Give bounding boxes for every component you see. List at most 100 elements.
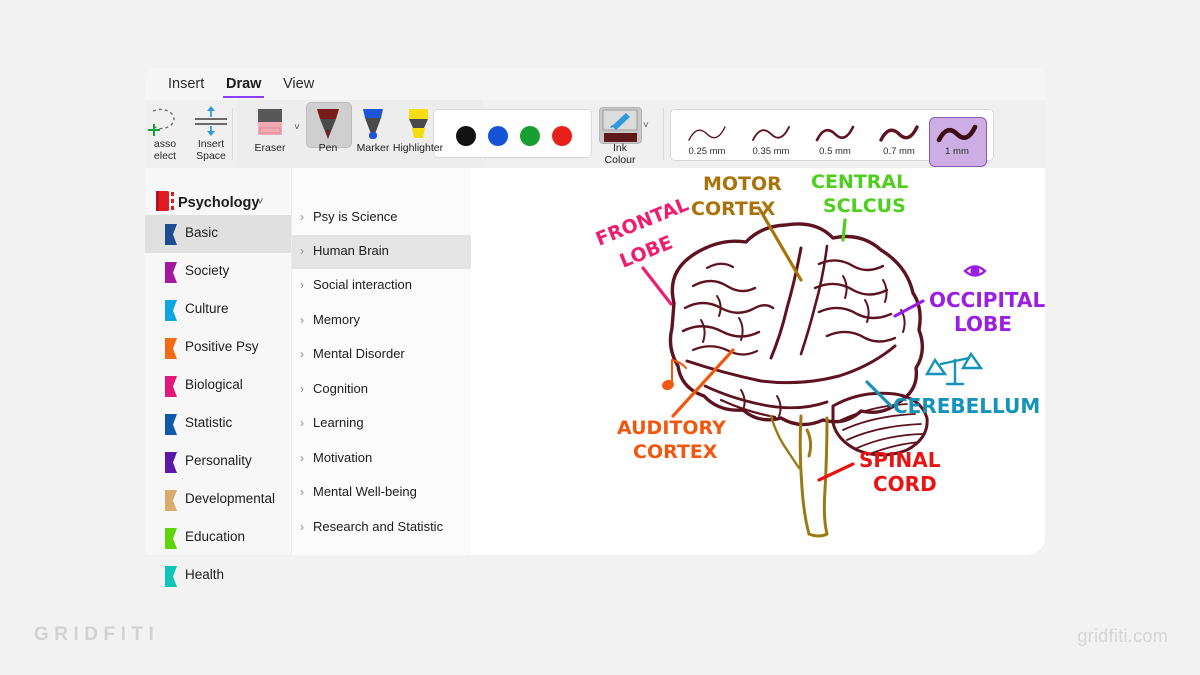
- colour-red[interactable]: [552, 126, 572, 146]
- page-item-motivation[interactable]: › Motivation: [292, 442, 472, 476]
- colour-green[interactable]: [520, 126, 540, 146]
- thickness-label: 0.35 mm: [752, 146, 790, 157]
- sidebar-item-label: Statistic: [185, 415, 233, 430]
- tab-draw[interactable]: Draw: [223, 76, 265, 98]
- insert-space-icon: [189, 105, 233, 137]
- insert-space-button[interactable]: Insert Space: [189, 103, 233, 165]
- thickness-1mm[interactable]: 1 mm: [929, 117, 987, 167]
- page-item-mental-well-being[interactable]: › Mental Well-being: [292, 476, 472, 510]
- eraser-chevron-down-icon[interactable]: ˅: [294, 122, 300, 133]
- occipital-lobe-line1: OCCIPITAL: [929, 288, 1045, 312]
- sidebar-item-label: Basic: [185, 225, 219, 240]
- sidebar-item-label: Education: [185, 529, 246, 544]
- page-item-research-and-statistic[interactable]: › Research and Statistic: [292, 511, 472, 545]
- lasso-label-line1: asso: [153, 138, 177, 150]
- spinal-cord-line2: CORD: [873, 472, 937, 496]
- sidebar-item-positive-psy[interactable]: Positive Psy: [145, 329, 291, 367]
- thickness-0_25mm[interactable]: 0.25 mm: [679, 122, 735, 166]
- sidebar-item-society[interactable]: Society: [145, 253, 291, 291]
- page-item-human-brain[interactable]: › Human Brain: [292, 235, 472, 269]
- page-item-social-interaction[interactable]: › Social interaction: [292, 269, 472, 303]
- page-item-learning[interactable]: › Learning: [292, 407, 472, 441]
- annotation-spinal-cord: SPINAL CORD: [817, 448, 941, 496]
- ink-colour-button[interactable]: ˅ Ink Colour: [599, 105, 649, 165]
- ink-colour-label: Ink Colour: [595, 142, 645, 166]
- lasso-select-button[interactable]: asso elect: [143, 103, 187, 165]
- section-tab-icon: [165, 414, 177, 435]
- page-item-label: Research and Statistic: [313, 519, 444, 534]
- sidebar-item-education[interactable]: Education: [145, 519, 291, 557]
- eraser-button[interactable]: Eraser: [244, 104, 296, 164]
- chevron-right-icon: ›: [300, 210, 304, 224]
- eraser-icon: [255, 106, 285, 142]
- cerebellum-label: CEREBELLUM: [893, 394, 1040, 418]
- thickness-label: 0.7 mm: [883, 146, 915, 157]
- thickness-0_7mm[interactable]: 0.7 mm: [871, 122, 927, 166]
- sidebar-item-culture[interactable]: Culture: [145, 291, 291, 329]
- page-item-label: Human Brain: [313, 243, 389, 258]
- sidebar-item-label: Developmental: [185, 491, 276, 506]
- app-body: Psychology ˅ Basic Society Culture Posit…: [145, 168, 1045, 587]
- notebook-header[interactable]: Psychology ˅: [145, 178, 291, 211]
- page-item-label: Mental Disorder: [313, 346, 405, 361]
- page-item-label: Memory: [313, 312, 360, 327]
- colour-black[interactable]: [456, 126, 476, 146]
- thickness-label: 0.25 mm: [688, 146, 726, 157]
- insert-space-label: Insert Space: [185, 138, 237, 162]
- ribbon-group-thickness: 0.25 mm 0.35 mm 0.5 mm 0.7 mm 1 mm: [670, 100, 1000, 168]
- note-canvas[interactable]: FRONTAL LOBE MOTOR CORTEX CENTRAL SCLCUS: [471, 168, 1045, 555]
- annotation-cerebellum: CEREBELLUM: [865, 351, 1040, 418]
- ink-colour-chevron-down-icon[interactable]: ˅: [643, 120, 649, 131]
- page-item-memory[interactable]: › Memory: [292, 304, 472, 338]
- page-item-cognition[interactable]: › Cognition: [292, 373, 472, 407]
- watermark-right: gridfiti.com: [1077, 626, 1168, 646]
- pen-icon: [313, 106, 343, 142]
- central-sulcus-line1: CENTRAL: [811, 171, 908, 193]
- page-item-psy-is-science[interactable]: › Psy is Science: [292, 201, 472, 235]
- page-item-label: Motivation: [313, 450, 373, 465]
- chevron-right-icon: ›: [300, 382, 304, 396]
- eye-icon: [963, 265, 987, 277]
- chevron-right-icon: ›: [300, 416, 304, 430]
- page-item-mental-disorder[interactable]: › Mental Disorder: [292, 338, 472, 372]
- section-tab-icon: [165, 262, 177, 283]
- insert-space-label-line2: Space: [196, 149, 226, 162]
- sidebar-item-label: Biological: [185, 377, 243, 392]
- eraser-label: Eraser: [254, 142, 286, 154]
- marker-icon: [358, 106, 388, 142]
- frontal-lobe-leader-line: [641, 266, 673, 306]
- insert-space-label-line1: Insert: [197, 138, 225, 150]
- page-item-label: Social interaction: [313, 277, 412, 292]
- thickness-0_35mm[interactable]: 0.35 mm: [743, 122, 799, 166]
- central-sulcus-leader-line: [841, 218, 847, 242]
- occipital-lobe-line2: LOBE: [954, 312, 1012, 336]
- tab-view[interactable]: View: [280, 76, 317, 96]
- sidebar-item-developmental[interactable]: Developmental: [145, 481, 291, 519]
- ink-colour-pad: [599, 107, 642, 144]
- section-tab-icon: [165, 376, 177, 397]
- thickness-box: 0.25 mm 0.35 mm 0.5 mm 0.7 mm 1 mm: [670, 109, 994, 167]
- sidebar-item-basic[interactable]: Basic: [145, 215, 291, 253]
- colour-blue[interactable]: [488, 126, 508, 146]
- sidebar-item-label: Health: [185, 567, 225, 582]
- thickness-preview-stroke: [813, 122, 857, 146]
- sidebar-item-statistic[interactable]: Statistic: [145, 405, 291, 443]
- tab-insert[interactable]: Insert: [165, 76, 207, 96]
- thickness-preview-stroke: [877, 122, 921, 146]
- thickness-0_5mm[interactable]: 0.5 mm: [807, 122, 863, 166]
- page-list[interactable]: › Psy is Science › Human Brain › Social …: [291, 168, 473, 555]
- section-tab-icon: [165, 300, 177, 321]
- menu-bar: Insert Draw View: [145, 68, 1045, 100]
- section-tab-icon: [165, 224, 177, 245]
- chevron-right-icon: ›: [300, 313, 304, 327]
- notebook-chevron-down-icon[interactable]: ˅: [257, 196, 263, 208]
- ribbon-divider-3: [663, 108, 664, 160]
- section-tab-icon: [165, 452, 177, 473]
- sidebar-item-personality[interactable]: Personality: [145, 443, 291, 481]
- notebook-title: Psychology: [178, 195, 260, 211]
- ribbon-group-tools: asso elect Insert Space: [145, 100, 231, 168]
- sidebar-item-biological[interactable]: Biological: [145, 367, 291, 405]
- ribbon-group-colour: ˅ Ink Colour: [433, 100, 658, 168]
- sidebar-item-health[interactable]: Health: [145, 557, 291, 595]
- annotation-frontal-lobe: FRONTAL LOBE: [593, 194, 692, 306]
